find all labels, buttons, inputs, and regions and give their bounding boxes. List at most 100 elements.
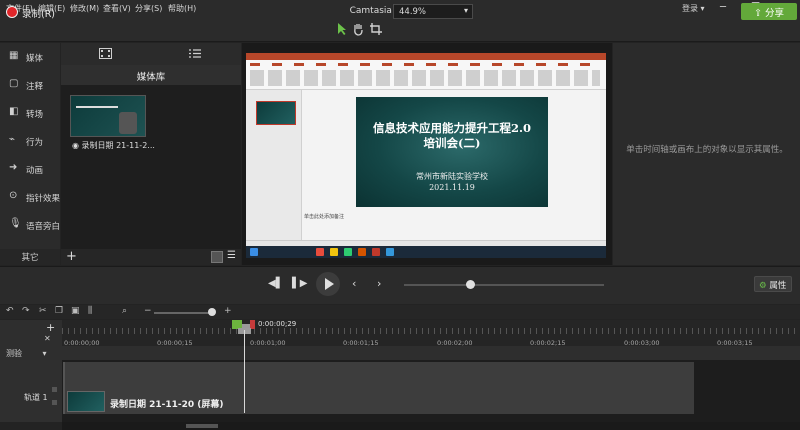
ruler-ticks [62,328,800,334]
gear-icon: ⚙ [759,281,767,291]
track-label: 轨道 1 [24,393,48,402]
scrubber-handle[interactable] [466,280,475,289]
timeline-zoom-track[interactable] [154,312,214,314]
zoom-in-icon[interactable]: + [224,306,232,316]
share-label: 分享 [764,8,784,19]
sidebar-item-voice-narration[interactable]: 🎙 语音旁白 [0,211,60,239]
list-icon[interactable] [189,48,201,59]
properties-hint: 单击时间轴或画布上的对象以显示其属性。 [626,145,788,155]
ppt-ribbon [246,60,606,90]
slide-title-line1: 信息技术应用能力提升工程2.0 [372,121,531,135]
pan-tool-icon[interactable] [352,22,364,36]
sidebar-item-label: 注释 [26,82,44,92]
animation-icon: ➜ [9,162,18,173]
previous-marker-icon[interactable]: ‹ [352,277,356,290]
details-view-icon[interactable]: ☰ [227,250,236,261]
add-icon[interactable]: + [66,249,77,264]
collapse-icon[interactable]: ✕ [44,334,51,343]
slide-title: 信息技术应用能力提升工程2.0 培训会(二) [356,121,548,151]
copy-icon[interactable]: ❐ [55,306,63,316]
transition-icon: ◧ [9,106,19,117]
grid-view-icon[interactable] [211,251,223,263]
chevron-down-icon: ▾ [42,349,47,358]
play-button[interactable] [316,272,340,296]
sidebar-item-media[interactable]: ▦ 媒体 [0,43,60,71]
thumb-text-line [76,106,118,108]
sidebar: ▦ 媒体 ▢ 注释 ◧ 转场 ⌁ 行为 ➜ 动画 ⊙ 指针效果 🎙 语音旁白 [0,43,60,265]
track-lock-icon[interactable] [52,387,57,392]
taskbar-app-icon [358,248,366,256]
quiz-track-label[interactable]: 测验 ▾ [6,348,47,359]
media-library-title: 媒体库 [61,65,241,85]
share-button[interactable]: ⇪ 分享 [741,3,797,20]
sidebar-item-label: 行为 [26,138,44,148]
windows-taskbar [246,246,606,258]
filmstrip-icon[interactable] [99,48,112,59]
add-track-icon[interactable]: + [46,321,55,334]
scrubber-track[interactable] [404,284,604,286]
behavior-icon: ⌁ [9,134,16,145]
select-tool-icon[interactable] [336,22,348,36]
crop-tool-icon[interactable] [369,22,383,36]
quiz-marker-row [0,346,800,360]
next-marker-icon[interactable]: › [377,277,381,290]
sidebar-item-cursor-effects[interactable]: ⊙ 指针效果 [0,183,60,211]
play-icon [325,278,334,290]
search-icon[interactable]: ⌕ [122,306,127,316]
media-clip-label: ◉ 录制日期 21-11-2... [72,141,155,150]
quiz-label: 测验 [6,349,22,358]
ppt-tabs [250,63,600,66]
annotation-icon: ▢ [9,78,19,89]
track-visibility-icon[interactable] [52,400,57,405]
step-forward-icon[interactable]: ▌▶ [292,278,307,289]
playhead[interactable] [244,330,245,413]
media-icon: ▦ [9,50,19,61]
taskbar-app-icon [372,248,380,256]
taskbar-app-icon [386,248,394,256]
redo-icon[interactable]: ↷ [22,306,30,316]
record-icon[interactable] [6,6,18,18]
timeline-toolbar [0,305,800,319]
step-back-icon[interactable]: ◀▌ [268,278,283,289]
zoom-dropdown[interactable]: 44.9% ▾ [393,4,473,19]
sidebar-item-annotation[interactable]: ▢ 注释 [0,71,60,99]
split-icon[interactable]: ⫼ [88,306,92,316]
properties-button[interactable]: ⚙ 属性 [754,276,792,292]
zoom-out-icon[interactable]: − [144,306,152,316]
sidebar-item-animation[interactable]: ➜ 动画 [0,155,60,183]
slide-date: 2021.11.19 [429,183,475,192]
record-button[interactable]: 录制(R) [22,6,55,20]
minimize-icon[interactable]: ─ [720,2,726,13]
ppt-slide-thumbnail [256,101,296,125]
login-button[interactable]: 登录 ▾ [682,3,705,14]
timeline-scroll-thumb[interactable] [186,424,218,428]
upload-icon: ⇪ [753,8,762,19]
sidebar-item-transition[interactable]: ◧ 转场 [0,99,60,127]
ppt-slide: 信息技术应用能力提升工程2.0 培训会(二) 常州市新陆实验学校 2021.11… [356,97,641,207]
timeline-scrollbar[interactable] [62,422,800,430]
login-label: 登录 [682,4,698,13]
sidebar-item-label: 媒体 [26,54,44,64]
chevron-down-icon: ▾ [463,6,468,15]
taskbar-app-icon [344,248,352,256]
sidebar-item-behavior[interactable]: ⌁ 行为 [0,127,60,155]
undo-icon[interactable]: ↶ [6,306,14,316]
canvas-video-frame[interactable]: 信息技术应用能力提升工程2.0 培训会(二) 常州市新陆实验学校 2021.11… [246,53,641,258]
sidebar-item-label: 语音旁白 [26,222,61,232]
ppt-toolbar-buttons [250,70,600,86]
ppt-notes: 单击此处添加备注 [304,214,345,220]
media-thumbnail[interactable] [70,95,146,137]
paste-icon[interactable]: ▣ [71,306,80,316]
timeline-zoom-handle[interactable] [208,308,216,316]
toolbar [0,18,800,42]
microphone-icon: 🎙 [9,218,22,229]
slide-title-line2: 培训会(二) [423,136,481,150]
ppt-titlebar [246,53,606,60]
sidebar-more-button[interactable]: 其它 [0,249,60,265]
sidebar-item-label: 转场 [26,110,44,120]
clip-label: 录制日期 21-11-20 (屏幕) [110,400,224,410]
taskbar-app-icon [330,248,338,256]
cursor-effect-icon: ⊙ [9,190,18,201]
cut-icon[interactable]: ✂ [39,306,47,316]
start-icon [250,248,258,256]
